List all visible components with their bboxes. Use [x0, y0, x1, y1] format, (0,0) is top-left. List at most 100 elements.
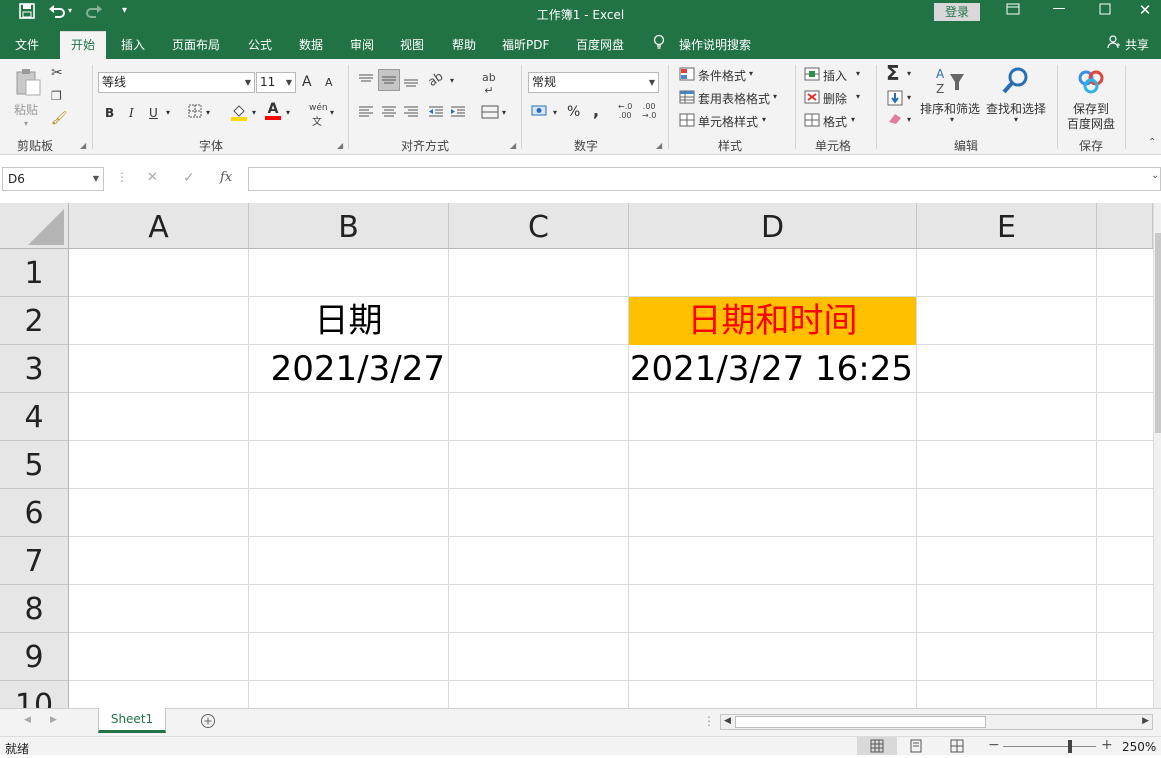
column-header-b[interactable]: B: [249, 203, 449, 249]
row-header-1[interactable]: 1: [0, 249, 69, 297]
share-icon[interactable]: [1107, 35, 1121, 52]
row-header-5[interactable]: 5: [0, 441, 69, 489]
conditional-format-icon[interactable]: [679, 67, 695, 84]
tell-me-search[interactable]: 操作说明搜索: [679, 36, 751, 53]
decrease-indent-icon[interactable]: [427, 105, 445, 122]
scroll-sheets-right-icon[interactable]: ▶: [50, 715, 57, 725]
tab-foxit-pdf[interactable]: 福昕PDF: [502, 36, 549, 53]
row-header-10[interactable]: 10: [0, 681, 69, 709]
shrink-font-button[interactable]: A: [325, 76, 333, 89]
wrap-text-icon[interactable]: ab ↵: [482, 71, 496, 97]
tab-insert[interactable]: 插入: [121, 36, 145, 53]
conditional-format-button[interactable]: 条件格式: [698, 67, 746, 84]
zoom-out-icon[interactable]: −: [988, 737, 1000, 753]
font-color-icon[interactable]: A: [265, 102, 281, 120]
clear-dropdown-icon[interactable]: ▾: [907, 115, 911, 124]
row-header-2[interactable]: 2: [0, 297, 69, 345]
vertical-scrollbar[interactable]: [1153, 203, 1161, 708]
zoom-slider-thumb[interactable]: [1068, 740, 1072, 753]
column-header-d[interactable]: D: [629, 203, 917, 249]
paste-dropdown-icon[interactable]: ▾: [24, 119, 28, 128]
zoom-in-icon[interactable]: +: [1101, 737, 1113, 753]
collapse-ribbon-icon[interactable]: ⌃: [1148, 137, 1156, 148]
cut-icon[interactable]: ✂: [51, 65, 63, 81]
clipboard-launcher-icon[interactable]: ◢: [80, 141, 86, 150]
baidu-netdisk-icon[interactable]: [1077, 68, 1105, 97]
sheet-tab-sheet1[interactable]: Sheet1: [98, 708, 166, 733]
decrease-decimal-icon[interactable]: .00 →.0: [642, 102, 656, 120]
fill-down-icon[interactable]: [887, 90, 903, 109]
tab-help[interactable]: 帮助: [452, 36, 476, 53]
align-top-icon[interactable]: [357, 72, 375, 91]
autosum-dropdown-icon[interactable]: ▾: [907, 69, 911, 78]
find-select-icon[interactable]: [1000, 66, 1030, 99]
accounting-format-icon[interactable]: [531, 103, 549, 122]
underline-dropdown-icon[interactable]: ▾: [166, 108, 170, 117]
percent-button[interactable]: %: [567, 104, 580, 120]
tab-review[interactable]: 审阅: [350, 36, 374, 53]
phonetic-guide-button[interactable]: wén: [309, 103, 328, 113]
fill-down-dropdown-icon[interactable]: ▾: [907, 93, 911, 102]
number-launcher-icon[interactable]: ◢: [656, 141, 662, 150]
format-cells-button[interactable]: 格式: [823, 113, 847, 130]
format-as-table-icon[interactable]: [679, 90, 695, 107]
ribbon-display-icon[interactable]: [998, 3, 1028, 23]
cancel-entry-icon[interactable]: ✕: [147, 170, 158, 185]
tab-split-handle-icon[interactable]: ⋮: [703, 714, 715, 728]
sort-filter-icon[interactable]: AZ: [934, 66, 966, 99]
cell-d2[interactable]: 日期和时间: [629, 297, 916, 345]
find-select-dropdown-icon[interactable]: ▾: [1014, 115, 1018, 124]
font-size-combo[interactable]: 11 ▼: [256, 72, 296, 93]
row-header-9[interactable]: 9: [0, 633, 69, 681]
underline-button[interactable]: U: [149, 106, 158, 120]
tab-file[interactable]: 文件: [15, 36, 39, 53]
page-layout-view-icon[interactable]: [908, 739, 924, 756]
merge-center-icon[interactable]: [481, 105, 499, 122]
column-header-c[interactable]: C: [449, 203, 629, 249]
row-header-6[interactable]: 6: [0, 489, 69, 537]
autosum-button[interactable]: Σ: [886, 61, 900, 85]
fill-color-icon[interactable]: [230, 103, 248, 125]
merge-dropdown-icon[interactable]: ▾: [502, 108, 506, 117]
tab-data[interactable]: 数据: [299, 36, 323, 53]
page-break-view-icon[interactable]: [949, 739, 965, 756]
cell-d3[interactable]: 2021/3/27 16:25: [629, 345, 913, 393]
cell-b2[interactable]: 日期: [249, 297, 448, 345]
minimize-icon[interactable]: —: [1044, 1, 1074, 21]
accounting-dropdown-icon[interactable]: ▾: [553, 108, 557, 117]
row-header-3[interactable]: 3: [0, 345, 69, 393]
conditional-format-dropdown-icon[interactable]: ▾: [749, 69, 753, 78]
format-cells-icon[interactable]: [804, 113, 820, 130]
row-header-7[interactable]: 7: [0, 537, 69, 585]
delete-cells-dropdown-icon[interactable]: ▾: [856, 92, 860, 101]
insert-cells-dropdown-icon[interactable]: ▾: [856, 69, 860, 78]
login-button[interactable]: 登录: [934, 3, 980, 21]
italic-button[interactable]: I: [129, 106, 134, 120]
row-header-4[interactable]: 4: [0, 393, 69, 441]
fill-color-dropdown-icon[interactable]: ▾: [252, 108, 256, 117]
bold-button[interactable]: B: [105, 106, 114, 120]
border-dropdown-icon[interactable]: ▾: [206, 108, 210, 117]
share-button[interactable]: 共享: [1125, 36, 1149, 53]
sort-filter-dropdown-icon[interactable]: ▾: [950, 115, 954, 124]
zoom-slider[interactable]: [1003, 746, 1096, 747]
insert-cells-button[interactable]: 插入: [823, 67, 847, 84]
horizontal-scrollbar[interactable]: ◀ ▶: [720, 714, 1153, 730]
cell-styles-icon[interactable]: [679, 113, 695, 130]
format-cells-dropdown-icon[interactable]: ▾: [851, 115, 855, 124]
enter-entry-icon[interactable]: ✓: [183, 170, 195, 186]
number-format-combo[interactable]: 常规 ▼: [528, 72, 659, 93]
phonetic-dropdown-icon[interactable]: ▾: [330, 108, 334, 117]
font-launcher-icon[interactable]: ◢: [337, 141, 343, 150]
select-all-button[interactable]: [0, 203, 69, 249]
add-sheet-icon[interactable]: [200, 713, 216, 732]
orientation-dropdown-icon[interactable]: ▾: [450, 76, 454, 85]
close-icon[interactable]: ✕: [1130, 1, 1160, 21]
align-middle-icon[interactable]: [378, 69, 400, 91]
cell-b3[interactable]: 2021/3/27: [249, 345, 445, 393]
paste-button[interactable]: 粘贴: [14, 101, 38, 118]
format-as-table-dropdown-icon[interactable]: ▾: [773, 92, 777, 101]
paste-icon[interactable]: [13, 67, 43, 97]
cell-styles-dropdown-icon[interactable]: ▾: [762, 115, 766, 124]
align-left-icon[interactable]: [357, 105, 375, 122]
